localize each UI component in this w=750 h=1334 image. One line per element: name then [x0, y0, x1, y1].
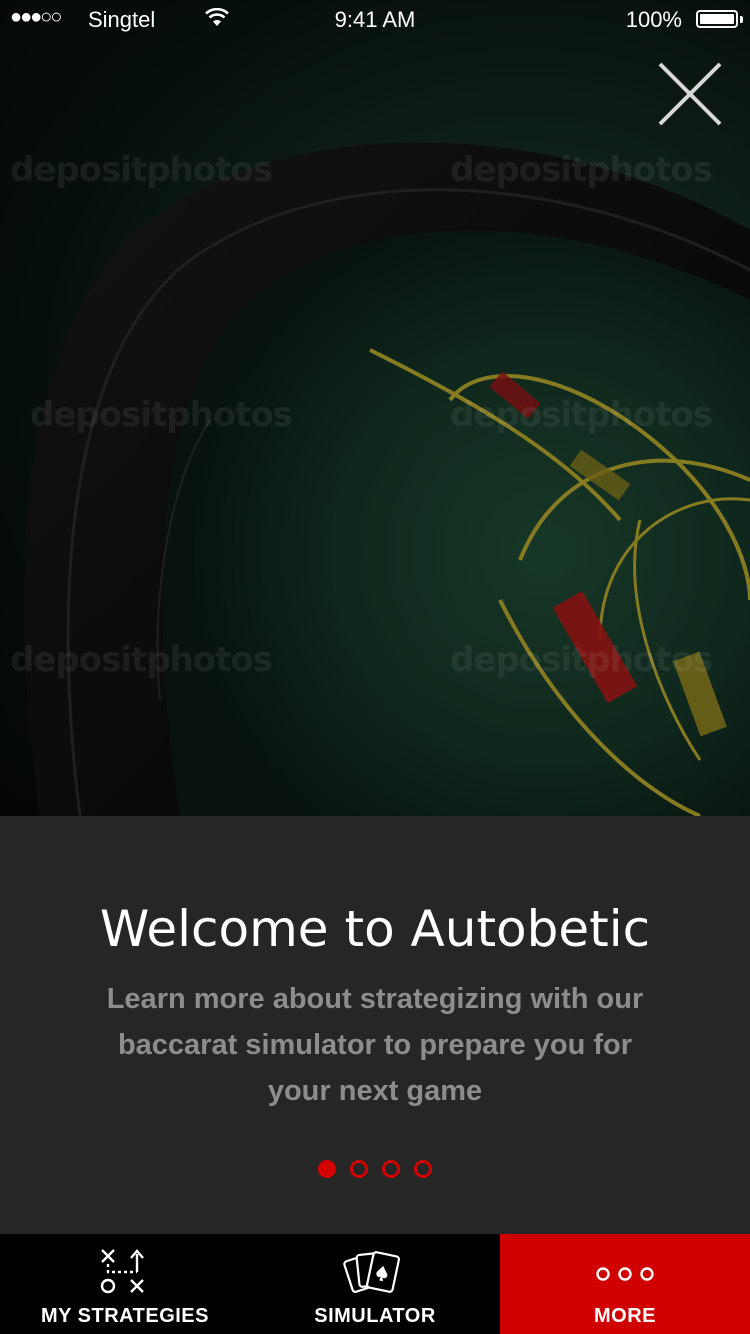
tab-label: SIMULATOR: [314, 1305, 436, 1327]
watermark-text: depositphotos: [450, 150, 713, 190]
watermark-text: depositphotos: [450, 640, 713, 680]
battery-tip: [740, 16, 743, 23]
page-dot-3[interactable]: [382, 1160, 400, 1178]
watermark-text: depositphotos: [10, 640, 273, 680]
tab-label: MORE: [594, 1305, 656, 1327]
tab-label: MY STRATEGIES: [40, 1305, 209, 1327]
tab-simulator[interactable]: SIMULATOR: [250, 1234, 500, 1334]
page-dot-2[interactable]: [350, 1160, 368, 1178]
watermark-text: depositphotos: [30, 395, 293, 435]
playing-cards-icon: [343, 1251, 401, 1293]
tab-more[interactable]: MORE: [500, 1234, 750, 1334]
close-icon: [658, 62, 722, 126]
hero-image: depositphotos depositphotos depositphoto…: [0, 0, 750, 816]
watermark-text: depositphotos: [450, 395, 713, 435]
onboarding-panel: Welcome to Autobetic Learn more about st…: [0, 816, 750, 1234]
watermark-text: depositphotos: [10, 150, 273, 190]
onboarding-title: Welcome to Autobetic: [99, 900, 651, 958]
battery-percentage: 100%: [625, 7, 682, 32]
tab-bar: MY STRATEGIES SIMULATOR MORE: [0, 1234, 750, 1334]
page-dot-4[interactable]: [414, 1160, 432, 1178]
onboarding-subtitle: Learn more about strategizing with our b…: [106, 983, 644, 1107]
page-indicator: [0, 1160, 750, 1178]
page-dot-1[interactable]: [318, 1160, 336, 1178]
more-dots-icon: [596, 1267, 654, 1281]
close-button[interactable]: [654, 58, 726, 130]
battery-icon: [696, 10, 738, 28]
tab-my-strategies[interactable]: MY STRATEGIES: [0, 1234, 250, 1334]
strategy-play-icon: [100, 1249, 144, 1294]
status-bar: ●●●○○ Singtel 9:41 AM 100%: [0, 0, 750, 40]
